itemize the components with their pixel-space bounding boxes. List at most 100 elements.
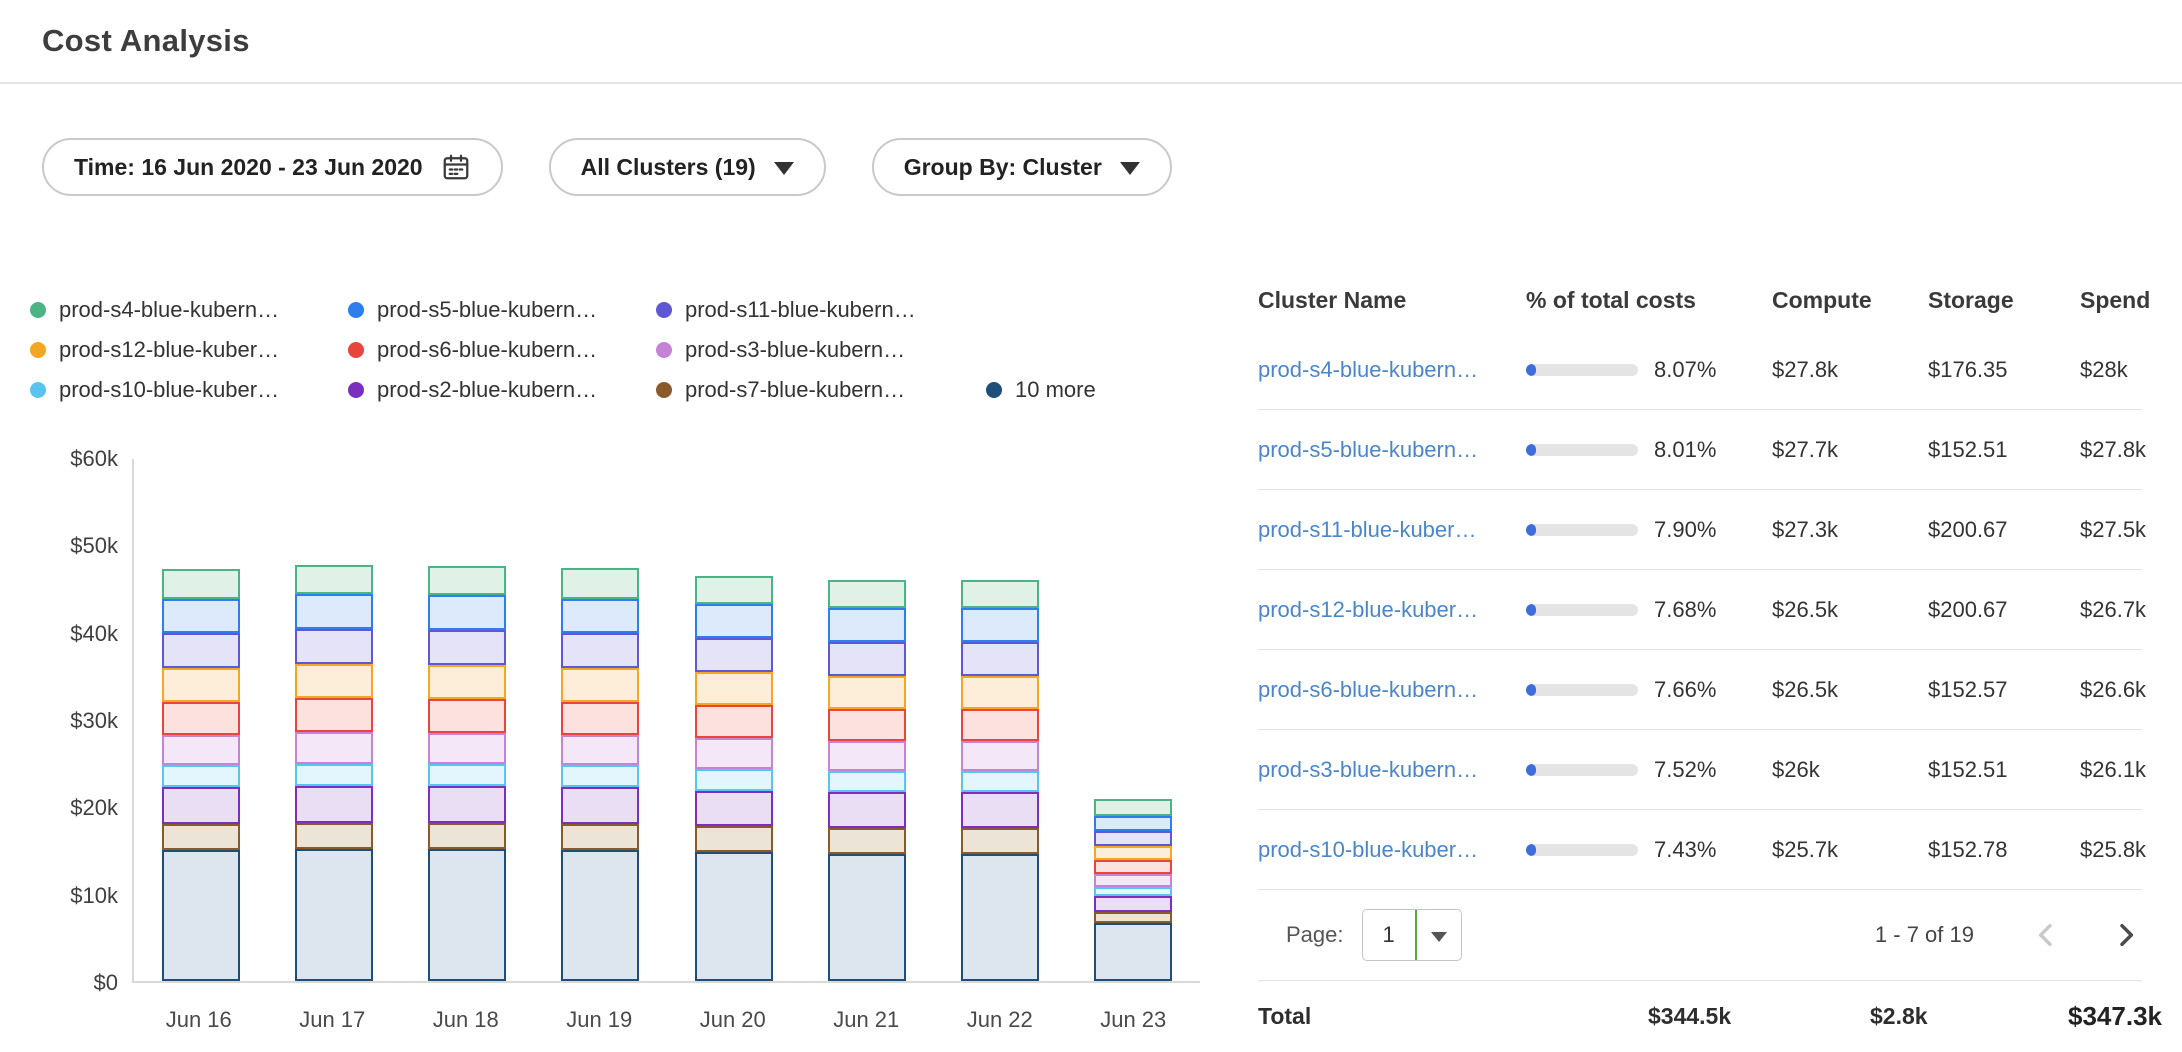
bar-segment[interactable] [1094,887,1172,897]
bar-segment[interactable] [162,850,240,981]
bar-segment[interactable] [695,826,773,851]
bar-segment[interactable] [162,702,240,735]
legend-item[interactable]: prod-s2-blue-kubern… [348,377,656,403]
bar-segment[interactable] [561,633,639,668]
previous-page-button[interactable] [2030,919,2062,951]
cluster-link[interactable]: prod-s11-blue-kuber… [1258,517,1476,542]
legend-item[interactable]: prod-s7-blue-kubern… [656,377,986,403]
bar-segment[interactable] [561,668,639,701]
bar-segment[interactable] [162,569,240,599]
bar-segment[interactable] [828,854,906,982]
bar-segment[interactable] [428,566,506,595]
bar-segment[interactable] [561,787,639,824]
bar-segment[interactable] [961,709,1039,741]
legend-item[interactable]: prod-s11-blue-kubern… [656,297,986,323]
group-by-filter[interactable]: Group By: Cluster [872,138,1172,196]
bar-segment[interactable] [1094,846,1172,860]
legend-item[interactable]: prod-s6-blue-kubern… [348,337,656,363]
legend-item[interactable]: prod-s3-blue-kubern… [656,337,986,363]
bar-segment[interactable] [828,771,906,793]
legend-item[interactable]: prod-s10-blue-kuber… [30,377,348,403]
bar-segment[interactable] [1094,831,1172,846]
bar-segment[interactable] [428,630,506,665]
time-range-filter[interactable]: Time: 16 Jun 2020 - 23 Jun 2020 [42,138,503,196]
legend-item[interactable]: 10 more [986,377,1096,403]
bar-segment[interactable] [295,565,373,594]
stacked-bar[interactable] [695,576,773,981]
bar-segment[interactable] [695,604,773,638]
bar-segment[interactable] [428,786,506,823]
bar-segment[interactable] [428,699,506,733]
cluster-link[interactable]: prod-s10-blue-kuber… [1258,837,1478,862]
bar-segment[interactable] [428,595,506,630]
bar-segment[interactable] [961,792,1039,828]
bar-segment[interactable] [1094,923,1172,981]
cluster-link[interactable]: prod-s4-blue-kubern… [1258,357,1478,382]
bar-segment[interactable] [695,769,773,791]
bar-segment[interactable] [162,633,240,668]
bar-segment[interactable] [428,764,506,787]
stacked-bar[interactable] [828,580,906,981]
bar-segment[interactable] [295,764,373,787]
bar-segment[interactable] [162,765,240,787]
bar-segment[interactable] [961,854,1039,982]
legend-item[interactable]: prod-s12-blue-kuber… [30,337,348,363]
bar-segment[interactable] [162,668,240,701]
next-page-button[interactable] [2110,919,2142,951]
bar-segment[interactable] [162,735,240,766]
bar-segment[interactable] [561,824,639,850]
bar-segment[interactable] [561,702,639,735]
bar-segment[interactable] [162,599,240,634]
bar-segment[interactable] [295,629,373,664]
bar-segment[interactable] [828,709,906,741]
stacked-bar[interactable] [162,569,240,981]
bar-segment[interactable] [162,824,240,850]
bar-segment[interactable] [695,791,773,827]
cluster-link[interactable]: prod-s12-blue-kuber… [1258,597,1478,622]
bar-segment[interactable] [428,733,506,764]
bar-segment[interactable] [828,642,906,676]
legend-item[interactable]: prod-s5-blue-kubern… [348,297,656,323]
bar-segment[interactable] [295,594,373,629]
bar-segment[interactable] [695,705,773,738]
bar-segment[interactable] [295,698,373,732]
bar-segment[interactable] [695,576,773,604]
cluster-link[interactable]: prod-s3-blue-kubern… [1258,757,1478,782]
bar-segment[interactable] [295,849,373,981]
bar-segment[interactable] [828,676,906,708]
bar-segment[interactable] [561,850,639,981]
bar-segment[interactable] [1094,799,1172,817]
bar-segment[interactable] [1094,874,1172,887]
cluster-link[interactable]: prod-s5-blue-kubern… [1258,437,1478,462]
stacked-bar[interactable] [428,566,506,981]
bar-segment[interactable] [828,608,906,642]
bar-segment[interactable] [561,765,639,787]
bar-segment[interactable] [561,568,639,599]
bar-segment[interactable] [695,672,773,705]
bar-segment[interactable] [961,741,1039,771]
bar-segment[interactable] [428,823,506,849]
bar-segment[interactable] [295,732,373,763]
stacked-bar[interactable] [1094,799,1172,981]
bar-segment[interactable] [828,828,906,853]
bar-segment[interactable] [828,792,906,828]
bar-segment[interactable] [695,852,773,981]
bar-segment[interactable] [162,787,240,824]
stacked-bar[interactable] [561,568,639,981]
bar-segment[interactable] [428,849,506,981]
bar-segment[interactable] [1094,816,1172,831]
bar-segment[interactable] [295,823,373,849]
stacked-bar[interactable] [295,565,373,981]
bar-segment[interactable] [1094,912,1172,923]
bar-segment[interactable] [561,735,639,766]
bar-segment[interactable] [961,608,1039,642]
cluster-link[interactable]: prod-s6-blue-kubern… [1258,677,1478,702]
bar-segment[interactable] [561,599,639,634]
bar-segment[interactable] [828,741,906,771]
bar-segment[interactable] [961,642,1039,676]
bar-segment[interactable] [428,665,506,699]
bar-segment[interactable] [295,786,373,823]
clusters-filter[interactable]: All Clusters (19) [549,138,826,196]
bar-segment[interactable] [295,664,373,698]
bar-segment[interactable] [695,638,773,672]
